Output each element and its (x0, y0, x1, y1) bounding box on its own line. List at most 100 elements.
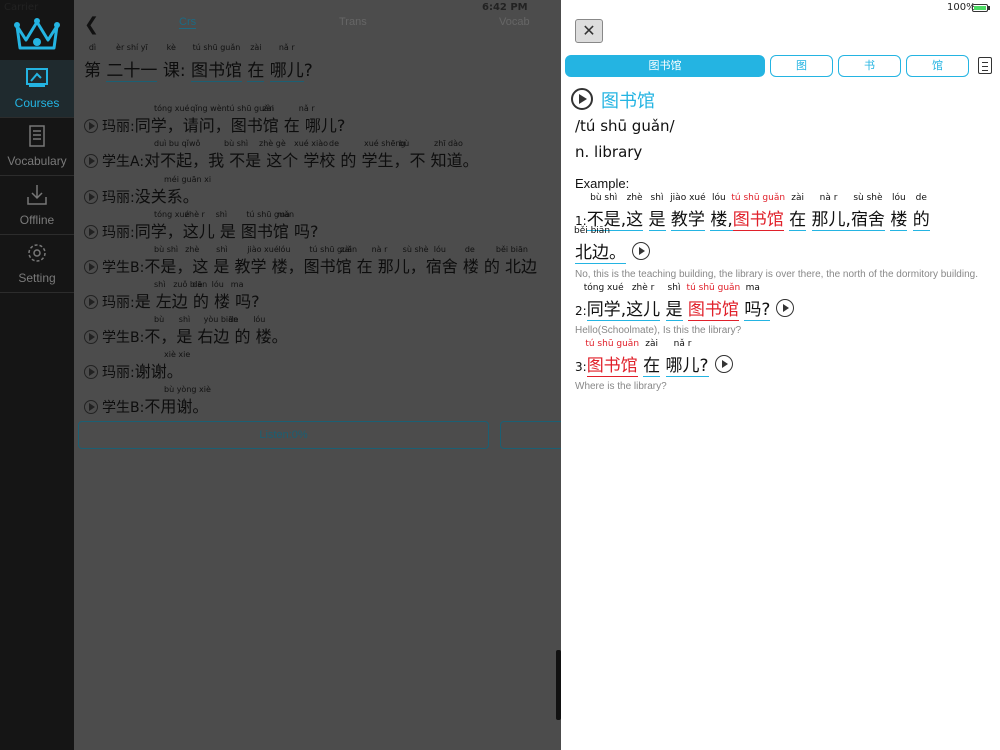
example-word[interactable]: běi biān 北边 (574, 226, 610, 264)
punctuation: 。 (609, 238, 626, 264)
play-icon[interactable] (84, 154, 98, 168)
example-word[interactable]: de 的 (912, 193, 930, 231)
crown-logo-icon (14, 18, 60, 50)
play-icon[interactable] (714, 355, 733, 373)
pinyin-annotation: shì (154, 280, 166, 289)
back-chevron-icon[interactable]: ❮ (84, 14, 99, 35)
example-word[interactable]: zài 在 (789, 193, 807, 231)
example-word[interactable]: tú shū guǎn 图书馆 (585, 339, 639, 377)
example-word[interactable]: sù shè 宿舍 (850, 193, 885, 231)
pinyin-annotation: bù yòng xiè (164, 385, 211, 394)
example-word[interactable]: lóu 楼 (890, 193, 908, 231)
example-word[interactable]: ma 吗 (744, 283, 762, 321)
example-word[interactable]: jiào xué 教学 (670, 193, 706, 231)
pinyin-annotation: méi guān xi (164, 175, 212, 184)
play-icon[interactable] (776, 299, 795, 317)
example-translation: Hello(Schoolmate), Is this the library? (575, 325, 742, 336)
play-icon[interactable] (84, 119, 98, 133)
sidebar-item-label: Vocabulary (7, 154, 67, 168)
notes-icon[interactable] (978, 57, 992, 74)
example-word[interactable]: zài 在 (643, 339, 661, 377)
carrier-label: Carrier (4, 2, 39, 13)
example-number: 2: (575, 304, 587, 318)
pinyin-annotation: bù (154, 315, 165, 324)
dialogue-line[interactable]: 玛丽:谢谢。 (84, 358, 183, 382)
tab-vocab[interactable]: Vocab (499, 16, 530, 28)
dialogue-line[interactable]: 学生B:不是，这 是 教学 楼，图书馆 在 那儿，宿舍 楼 的 北边 (84, 253, 537, 277)
headword: 图书馆 (601, 91, 655, 112)
tab-trans[interactable]: Trans (339, 16, 367, 28)
sidebar-item-vocabulary[interactable]: Vocabulary (0, 118, 74, 176)
example-word[interactable]: tóng xué 同学 (584, 283, 624, 321)
dialogue-line[interactable]: 玛丽:没关系。 (84, 183, 199, 207)
play-icon[interactable] (571, 88, 593, 110)
pinyin-annotation: zhī dào (434, 139, 463, 148)
play-icon[interactable] (84, 190, 98, 204)
pinyin-annotation: duì bu qǐ (154, 139, 189, 148)
punctuation: ? (761, 300, 771, 321)
play-icon[interactable] (84, 260, 98, 274)
secondary-button[interactable] (500, 421, 561, 449)
pinyin-annotation: lóu (278, 245, 291, 254)
tab-char-3[interactable]: 馆 (906, 55, 969, 77)
pinyin-annotation: de (464, 245, 475, 254)
example-word[interactable]: shì 是 (665, 283, 683, 321)
sidebar-item-label: Setting (18, 271, 56, 285)
pinyin-annotation: lóu (211, 280, 224, 289)
dialogue-line[interactable]: 学生A:对不起，我 不是 这个 学校 的 学生，不 知道。 (84, 147, 479, 171)
play-icon[interactable] (84, 330, 98, 344)
listen-progress-button[interactable]: Listen:0% (78, 421, 489, 449)
play-icon[interactable] (84, 225, 98, 239)
example-word[interactable]: lóu 楼 (710, 193, 728, 231)
example-word[interactable]: nǎ r 哪儿 (665, 339, 700, 377)
pinyin-annotation: shì (216, 245, 228, 254)
example-word[interactable]: nà r 那儿 (811, 193, 846, 231)
sidebar-item-setting[interactable]: Setting (0, 235, 74, 293)
pinyin-annotation: bù shì (224, 139, 249, 148)
lesson-title: dì 第 èr shí yī 二十一 kè 课: tú shū guǎn 图书馆 zài… (84, 43, 313, 82)
pinyin-annotation: běi biān (495, 245, 528, 254)
pinyin-annotation: jiào xué (247, 245, 279, 254)
pinyin-annotation: zhè gè (259, 139, 286, 148)
dialogue-line[interactable]: 玛丽:同学，请问，图书馆 在 哪儿? (84, 112, 345, 136)
pinyin-annotation: zài (262, 104, 274, 113)
dialogue-line[interactable]: 学生B:不，是 右边 的 楼。 (84, 323, 288, 347)
close-button[interactable]: ✕ (575, 19, 603, 43)
pinyin-annotation: zhè (185, 245, 200, 254)
sidebar: Courses Vocabulary Offline Setting (0, 0, 74, 750)
play-icon[interactable] (632, 242, 650, 260)
example-word[interactable]: tú shū guǎn 图书馆 (731, 193, 785, 231)
example-word[interactable]: zhè 这 (626, 193, 644, 231)
pinyin-annotation: nà r (371, 245, 388, 254)
example-word[interactable]: tú shū guǎn 图书馆 (687, 283, 740, 321)
tab-char-1[interactable]: 图 (770, 55, 833, 77)
example-translation: No, this is the teaching building, the l… (575, 269, 978, 280)
pinyin-annotation: zài (340, 245, 352, 254)
definition: n. library (575, 143, 643, 161)
gear-icon (28, 244, 46, 262)
tab-char-2[interactable]: 书 (838, 55, 901, 77)
example-translation: Where is the library? (575, 381, 667, 392)
example-sentence: 1: bù shì 不是, zhè 这 shì 是 jiào xué 教学 lóu 楼, tú … (575, 193, 930, 231)
example-label: Example: (575, 176, 630, 191)
battery-icon (972, 4, 988, 12)
courses-icon (26, 68, 48, 87)
dialogue-line[interactable]: 学生B:不用谢。 (84, 393, 208, 417)
pinyin-annotation: qǐng wèn (190, 104, 227, 113)
tab-word[interactable]: 图书馆 (565, 55, 765, 77)
play-icon[interactable] (84, 295, 98, 309)
dialogue-line[interactable]: 玛丽:是 左边 的 楼 吗? (84, 288, 260, 312)
pinyin-annotation: tóng xué (154, 104, 190, 113)
sidebar-item-offline[interactable]: Offline (0, 177, 74, 235)
example-word[interactable]: zhè r 这儿 (626, 283, 661, 321)
play-icon[interactable] (84, 365, 98, 379)
document-icon (29, 125, 45, 147)
pinyin-annotation: ma (230, 280, 244, 289)
tab-crs[interactable]: Crs (179, 16, 197, 29)
sidebar-item-courses[interactable]: Courses (0, 60, 74, 118)
example-word[interactable]: shì 是 (648, 193, 666, 231)
play-icon[interactable] (84, 400, 98, 414)
pinyin-annotation: xiè xie (164, 350, 191, 359)
dialogue-line[interactable]: 玛丽:同学，这儿 是 图书馆 吗? (84, 218, 318, 242)
pinyin-annotation: bù (399, 139, 410, 148)
